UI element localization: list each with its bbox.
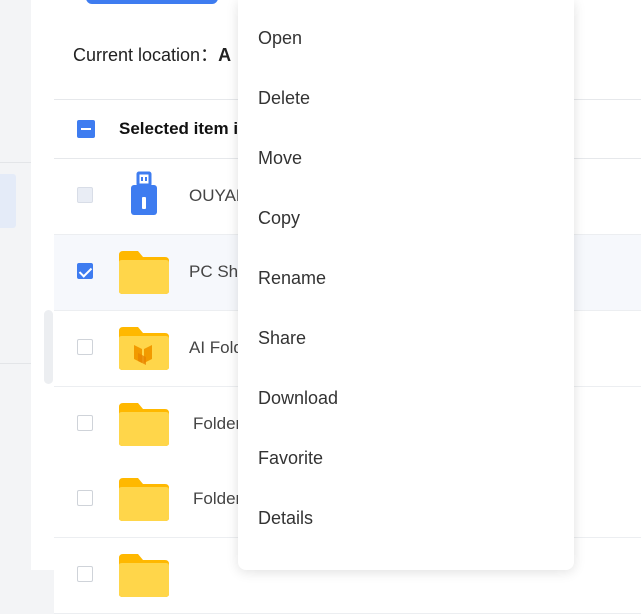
sidebar-selected-item[interactable] — [0, 174, 16, 228]
location-value: A — [218, 45, 232, 65]
location-label: Current location： — [73, 45, 219, 65]
menu-item-copy[interactable]: Copy — [238, 188, 574, 248]
sidebar — [0, 0, 31, 570]
folder-icon — [119, 554, 169, 597]
row-checkbox[interactable] — [77, 263, 93, 279]
row-checkbox[interactable] — [77, 490, 93, 506]
folder-icon — [119, 478, 169, 521]
file-name: AI Fold — [189, 338, 243, 357]
file-name: Folder — [193, 489, 242, 508]
menu-item-details[interactable]: Details — [238, 488, 574, 548]
sidebar-divider — [0, 162, 31, 163]
menu-item-download[interactable]: Download — [238, 368, 574, 428]
menu-item-favorite[interactable]: Favorite — [238, 428, 574, 488]
menu-item-move[interactable]: Move — [238, 128, 574, 188]
row-checkbox[interactable] — [77, 187, 93, 203]
row-checkbox[interactable] — [77, 566, 93, 582]
sidebar-divider — [0, 363, 31, 364]
file-name: Folder — [193, 414, 242, 433]
menu-item-delete[interactable]: Delete — [238, 68, 574, 128]
menu-item-share[interactable]: Share — [238, 308, 574, 368]
primary-action-button[interactable] — [86, 0, 218, 4]
current-location: Current location：A — [73, 41, 231, 67]
row-checkbox[interactable] — [77, 415, 93, 431]
usb-drive-icon — [131, 171, 157, 215]
select-all-checkbox[interactable] — [77, 120, 95, 138]
selected-items-title: Selected item i — [119, 119, 239, 138]
menu-item-rename[interactable]: Rename — [238, 248, 574, 308]
context-menu: Open Delete Move Copy Rename Share Downl… — [238, 0, 574, 570]
menu-item-open[interactable]: Open — [238, 8, 574, 68]
folder-icon — [119, 251, 169, 294]
folder-icon — [119, 403, 169, 446]
row-checkbox[interactable] — [77, 339, 93, 355]
scrollbar[interactable] — [44, 310, 53, 384]
ai-folder-icon — [119, 327, 169, 370]
